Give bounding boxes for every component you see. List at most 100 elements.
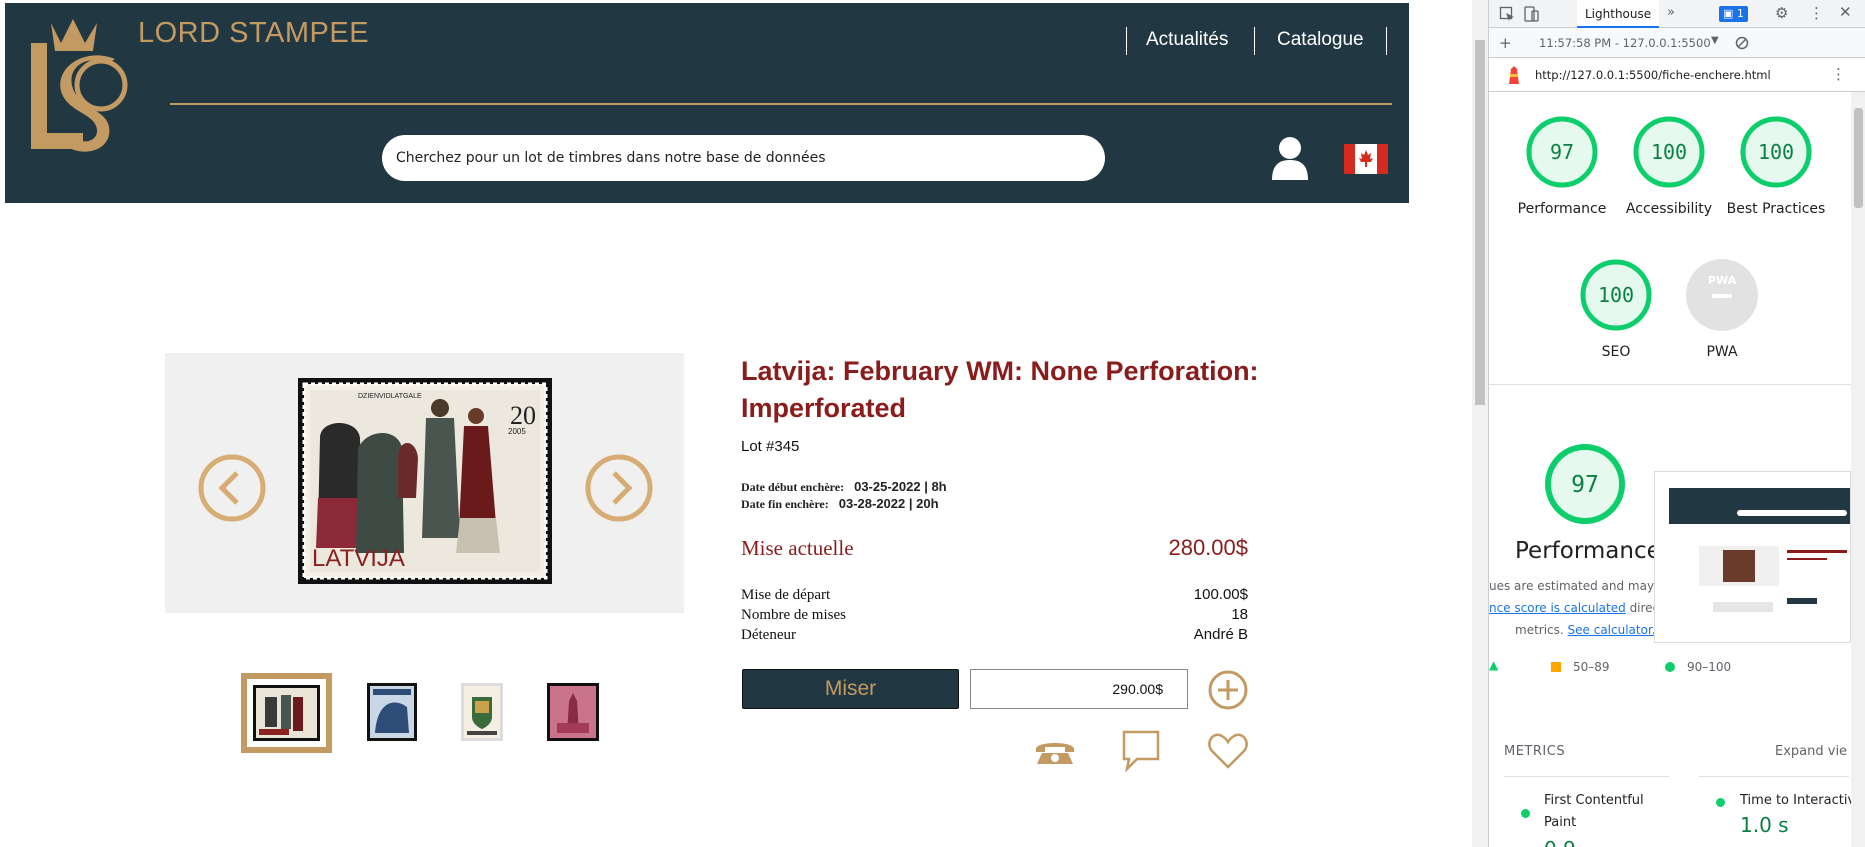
search-input[interactable]: [382, 135, 1105, 181]
nav-catalogue[interactable]: Catalogue: [1277, 29, 1364, 51]
section-divider: [1489, 384, 1851, 385]
metric-tti: Time to Interactive 1.0 s: [1740, 790, 1852, 836]
bid-button[interactable]: Miser: [742, 669, 959, 709]
thumb-title: [1787, 550, 1847, 553]
nav-actualites[interactable]: Actualités: [1146, 29, 1228, 51]
performance-score-ring: 97: [1545, 444, 1625, 524]
pass-dot-icon: [1521, 809, 1530, 818]
clear-report-icon[interactable]: [1735, 36, 1749, 50]
start-date-row: Date début enchère: 03-25-2022 | 8h: [741, 479, 947, 495]
metric-fcp: First Contentful Paint 0.9: [1544, 790, 1664, 847]
increase-bid-icon[interactable]: [1207, 669, 1249, 711]
issues-count: 1: [1736, 7, 1744, 20]
phone-icon[interactable]: [1033, 739, 1077, 765]
expand-view-toggle[interactable]: Expand vie: [1775, 744, 1847, 759]
current-bid-label: Mise actuelle: [741, 536, 854, 560]
svg-text:97: 97: [1550, 140, 1574, 164]
gauge-performance[interactable]: 97 Performance: [1507, 115, 1617, 220]
url-more-icon[interactable]: ⋮: [1831, 65, 1846, 83]
thumbnail-image: [253, 685, 320, 741]
more-options-icon[interactable]: ⋮: [1809, 4, 1824, 22]
score-ring: 100: [1633, 116, 1705, 188]
average-square-icon: [1551, 662, 1561, 672]
devtools-scrollbar[interactable]: [1851, 92, 1865, 847]
end-date-label: Date fin enchère:: [741, 497, 829, 511]
note-text: metrics.: [1515, 623, 1568, 637]
svg-text:DZIENVIDLATGALE: DZIENVIDLATGALE: [358, 393, 422, 400]
gauge-pwa[interactable]: PWA PWA: [1667, 258, 1777, 363]
gauge-accessibility[interactable]: 100 Accessibility: [1614, 115, 1724, 220]
svg-text:PWA: PWA: [1708, 274, 1737, 287]
svg-text:100: 100: [1758, 140, 1794, 164]
thumb-button: [1787, 598, 1817, 604]
thumbnail-red-stamp[interactable]: [547, 683, 599, 741]
svg-text:100: 100: [1598, 283, 1634, 307]
performance-note: ues are estimated and may va nce score i…: [1489, 575, 1671, 641]
lot-title: Latvija: February WM: None Perforation: …: [741, 356, 1259, 423]
note-line: nce score is calculated direc: [1489, 597, 1671, 619]
thumb-search: [1737, 510, 1847, 516]
more-tabs-icon[interactable]: »: [1667, 5, 1675, 20]
page-scrollbar[interactable]: [1472, 0, 1488, 847]
metric-divider: [1699, 776, 1849, 777]
metric-value: 1.0 s: [1740, 813, 1789, 836]
comment-icon[interactable]: [1121, 729, 1161, 773]
canada-flag-icon[interactable]: [1344, 144, 1388, 174]
page-scrollbar-thumb[interactable]: [1475, 40, 1485, 405]
score-ring: 100: [1740, 116, 1812, 188]
lion-logo-icon[interactable]: [13, 13, 135, 163]
bid-count-label: Nombre de mises: [741, 607, 846, 623]
thumbnail-coat-of-arms-stamp[interactable]: [461, 683, 503, 741]
audited-url: http://127.0.0.1:5500/fiche-enchere.html: [1535, 68, 1771, 82]
close-icon[interactable]: ✕: [1839, 3, 1852, 21]
holder-label: Déteneur: [741, 627, 796, 643]
favorite-heart-icon[interactable]: [1207, 731, 1249, 771]
start-date-value: 03-25-2022 | 8h: [854, 479, 947, 494]
note-line: metrics. See calculator.: [1489, 619, 1671, 641]
gauge-best-practices[interactable]: 100 Best Practices: [1721, 115, 1831, 220]
user-account-icon[interactable]: [1270, 136, 1310, 180]
previous-arrow-icon[interactable]: [197, 453, 267, 523]
thumbnail-blue-stamp[interactable]: [367, 683, 417, 741]
lighthouse-icon: [1509, 66, 1519, 84]
pwa-badge-icon: PWA: [1686, 259, 1758, 331]
pass-dot-icon: [1665, 662, 1675, 672]
thumb-thumbnails: [1713, 602, 1773, 612]
gauge-label: Best Practices: [1726, 201, 1826, 217]
devtools-scrollbar-thumb[interactable]: [1854, 108, 1863, 208]
legend-pass: 90–100: [1687, 660, 1732, 674]
see-calculator-link[interactable]: See calculator.: [1568, 623, 1656, 637]
final-screenshot-thumbnail[interactable]: [1654, 471, 1851, 643]
svg-text:20: 20: [510, 401, 536, 430]
main-stamp-image[interactable]: 20 2005 DZIENVIDLATGALE LATVIJA: [298, 378, 552, 584]
report-selector[interactable]: 11:57:58 PM - 127.0.0.1:5500: [1539, 36, 1711, 50]
gauge-label: Performance: [1517, 201, 1607, 217]
bid-amount-input[interactable]: [970, 669, 1188, 709]
nav-divider: [1126, 27, 1127, 55]
metric-value: 0.9: [1544, 838, 1664, 847]
end-date-value: 03-28-2022 | 20h: [838, 496, 939, 511]
device-toolbar-icon[interactable]: [1523, 6, 1539, 22]
tab-lighthouse[interactable]: Lighthouse: [1577, 0, 1660, 28]
inspect-element-icon[interactable]: [1499, 6, 1515, 22]
score-calc-link[interactable]: nce score is calculated: [1489, 601, 1626, 615]
thumbnail-latvija[interactable]: [241, 673, 332, 753]
lot-number: Lot #345: [741, 438, 800, 455]
new-report-icon[interactable]: +: [1499, 34, 1512, 52]
thumb-title: [1787, 558, 1827, 560]
settings-gear-icon[interactable]: ⚙: [1775, 4, 1788, 22]
starting-bid-value: 100.00$: [1193, 586, 1248, 603]
devtools-report-bar: + 11:57:58 PM - 127.0.0.1:5500 ▼: [1489, 28, 1865, 58]
next-arrow-icon[interactable]: [584, 453, 654, 523]
nav-divider: [1254, 27, 1255, 55]
gauge-label: PWA: [1706, 344, 1738, 360]
metrics-heading: METRICS: [1504, 744, 1566, 759]
start-date-label: Date début enchère:: [741, 480, 845, 494]
starting-bid-label: Mise de départ: [741, 587, 831, 603]
brand-name[interactable]: LORD STAMPEE: [138, 17, 369, 50]
issues-badge[interactable]: ▣ 1: [1719, 6, 1748, 22]
gauge-seo[interactable]: 100 SEO: [1561, 258, 1671, 363]
pass-dot-icon: [1716, 798, 1725, 807]
metric-label: Time to Interactive: [1740, 793, 1852, 808]
dropdown-arrow-icon[interactable]: ▼: [1711, 35, 1719, 46]
